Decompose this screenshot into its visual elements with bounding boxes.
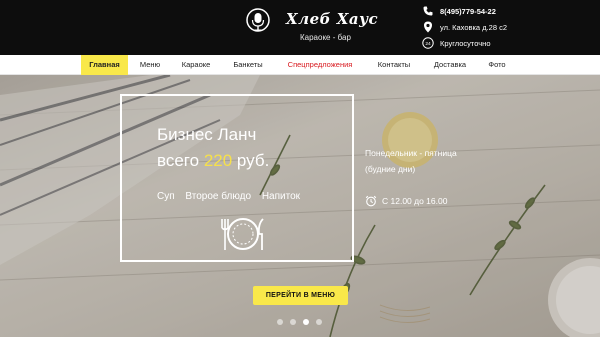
lunch-offer-box: Бизнес Ланч всего 220 руб. Суп Второе бл…	[120, 94, 354, 262]
nav-item-special-offers[interactable]: Спецпредложения	[280, 55, 360, 75]
phone-icon	[422, 5, 434, 17]
address-contact: ул. Каховка д.28 с2	[422, 20, 507, 34]
offer-item-soup: Суп	[157, 191, 175, 202]
slider-dot[interactable]	[290, 319, 296, 325]
offer-price-line: всего 220 руб.	[157, 150, 269, 171]
phone-contact[interactable]: 8(495)779-54-22	[422, 4, 496, 18]
hero-slider[interactable]: Бизнес Ланч всего 220 руб. Суп Второе бл…	[0, 75, 600, 337]
phone-number[interactable]: 8(495)779-54-22	[440, 7, 496, 16]
alarm-clock-icon	[365, 195, 377, 207]
plate-cutlery-icon	[221, 218, 264, 250]
offer-item-drink: Напиток	[261, 191, 301, 202]
site-header: Хлеб Хаус Караоке - бар 8(495)779-54-22 …	[0, 0, 600, 55]
clock-24-icon: 24	[422, 37, 434, 49]
schedule-time-text: С 12.00 до 16.00	[382, 196, 448, 206]
offer-price-suffix: руб.	[236, 151, 270, 170]
offer-price-prefix: всего	[157, 151, 200, 170]
go-to-menu-button[interactable]: ПЕРЕЙТИ В МЕНЮ	[253, 286, 348, 305]
nav-item-contacts[interactable]: Контакты	[370, 55, 418, 75]
slider-dot-active[interactable]	[303, 319, 309, 325]
brand-tagline: Караоке - бар	[300, 33, 351, 42]
schedule-days-note: (будние дни)	[365, 164, 416, 174]
brand-name[interactable]: Хлеб Хаус	[286, 10, 378, 28]
slider-dot[interactable]	[277, 319, 283, 325]
offer-items-list: Суп Второе блюдо Напиток	[157, 191, 308, 202]
slider-dots	[277, 319, 329, 325]
microphone-icon[interactable]	[246, 8, 270, 38]
address-text: ул. Каховка д.28 с2	[440, 22, 507, 32]
schedule-days: Понедельник - пятница (будние дни)	[365, 145, 457, 177]
nav-item-karaoke[interactable]: Караоке	[174, 55, 218, 75]
page-bottom-strip	[0, 337, 600, 345]
offer-item-main: Второе блюдо	[185, 191, 252, 202]
nav-item-banquets[interactable]: Банкеты	[226, 55, 270, 75]
nav-item-delivery[interactable]: Доставка	[428, 55, 472, 75]
nav-item-home[interactable]: Главная	[81, 55, 128, 75]
schedule-days-text: Понедельник - пятница	[365, 148, 457, 158]
offer-title: Бизнес Ланч	[157, 125, 257, 144]
main-nav: Главная Меню Караоке Банкеты Спецпредлож…	[0, 55, 600, 75]
hours-contact: 24 Круглосуточно	[422, 36, 491, 50]
nav-item-menu[interactable]: Меню	[134, 55, 166, 75]
slider-dot[interactable]	[316, 319, 322, 325]
location-pin-icon	[422, 21, 434, 33]
nav-item-photo[interactable]: Фото	[482, 55, 512, 75]
schedule-time: С 12.00 до 16.00	[365, 195, 447, 207]
clock-24-label: 24	[425, 41, 431, 47]
hours-text: Круглосуточно	[440, 38, 491, 48]
offer-price: 220	[203, 151, 233, 170]
